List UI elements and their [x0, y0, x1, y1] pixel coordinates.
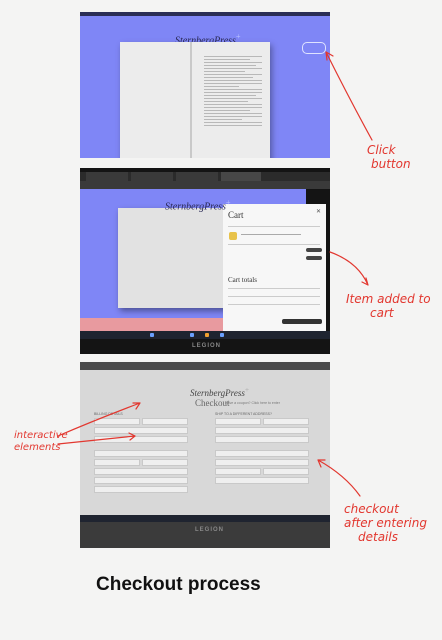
arrow-to-checkout [317, 459, 361, 497]
annotation-arrows [57, 51, 373, 497]
arrow-to-fields [57, 402, 141, 437]
page-caption: Checkout process [96, 574, 261, 595]
arrow-from-cart [329, 251, 369, 286]
arrow-to-cart-button [325, 51, 373, 141]
site-logo[interactable]: SternbergPress+ [165, 198, 231, 212]
arrow-to-fields-2 [57, 432, 136, 445]
